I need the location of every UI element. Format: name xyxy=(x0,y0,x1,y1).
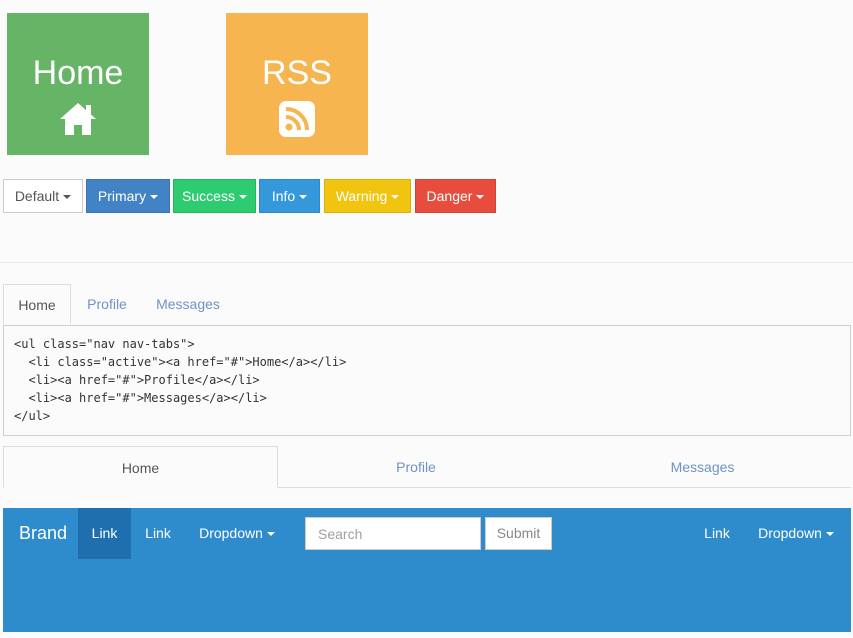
warning-dropdown-label: Warning xyxy=(335,188,388,204)
caret-down-icon xyxy=(391,195,400,200)
navbar-link[interactable]: Link xyxy=(137,508,179,559)
tile-rss[interactable]: RSS xyxy=(226,13,368,155)
navbar-link-active-label: Link xyxy=(91,525,118,541)
section-divider xyxy=(0,262,853,263)
danger-dropdown-label: Danger xyxy=(426,188,473,204)
navbar: Brand Link Link Dropdown Submit Link Dro… xyxy=(3,508,851,632)
code-sample: <ul class="nav nav-tabs"> <li class="act… xyxy=(3,325,851,436)
default-dropdown-label: Default xyxy=(14,188,60,204)
tab-messages-label: Messages xyxy=(156,296,220,312)
navbar-link-label: Link xyxy=(145,525,171,541)
primary-dropdown-label: Primary xyxy=(97,188,147,204)
justified-tab-profile-label: Profile xyxy=(396,459,436,475)
navbar-right-link[interactable]: Link xyxy=(696,508,738,559)
caret-down-icon xyxy=(825,532,834,537)
caret-down-icon xyxy=(266,532,275,537)
caret-down-icon xyxy=(299,195,308,200)
justified-tab-profile[interactable]: Profile xyxy=(278,446,554,488)
justified-tab-home[interactable]: Home xyxy=(3,446,278,488)
tab-home[interactable]: Home xyxy=(3,284,71,325)
danger-dropdown-button[interactable]: Danger xyxy=(415,179,496,213)
navbar-link-active[interactable]: Link xyxy=(78,508,131,559)
success-dropdown-button[interactable]: Success xyxy=(173,179,256,213)
tab-home-label: Home xyxy=(18,297,56,313)
default-dropdown-button[interactable]: Default xyxy=(3,179,83,213)
navbar-dropdown[interactable]: Dropdown xyxy=(193,508,281,559)
submit-button[interactable]: Submit xyxy=(485,517,552,550)
info-dropdown-button[interactable]: Info xyxy=(259,179,320,213)
tile-home-label: Home xyxy=(32,54,124,92)
caret-down-icon xyxy=(238,195,247,200)
caret-down-icon xyxy=(63,195,72,200)
navbar-dropdown-label: Dropdown xyxy=(199,525,263,541)
info-dropdown-label: Info xyxy=(271,188,296,204)
navbar-brand-label: Brand xyxy=(19,523,68,543)
navbar-right-link-label: Link xyxy=(704,525,730,541)
caret-down-icon xyxy=(150,195,159,200)
navbar-right-dropdown-label: Dropdown xyxy=(758,525,822,541)
justified-tab-messages[interactable]: Messages xyxy=(554,446,851,488)
submit-button-label: Submit xyxy=(496,525,541,541)
home-icon xyxy=(60,103,96,135)
tab-messages[interactable]: Messages xyxy=(145,284,231,325)
success-dropdown-label: Success xyxy=(182,188,235,204)
search-input[interactable] xyxy=(305,517,481,550)
primary-dropdown-button[interactable]: Primary xyxy=(86,179,170,213)
tile-home[interactable]: Home xyxy=(7,13,149,155)
justified-tab-messages-label: Messages xyxy=(670,459,735,475)
caret-down-icon xyxy=(476,195,485,200)
tab-profile[interactable]: Profile xyxy=(74,284,140,325)
warning-dropdown-button[interactable]: Warning xyxy=(324,179,411,213)
navbar-right-dropdown[interactable]: Dropdown xyxy=(751,508,841,559)
tile-rss-label: RSS xyxy=(262,54,332,92)
navbar-brand[interactable]: Brand xyxy=(19,508,67,559)
justified-tab-home-label: Home xyxy=(121,460,160,476)
rss-icon xyxy=(279,101,315,137)
tab-profile-label: Profile xyxy=(87,296,127,312)
